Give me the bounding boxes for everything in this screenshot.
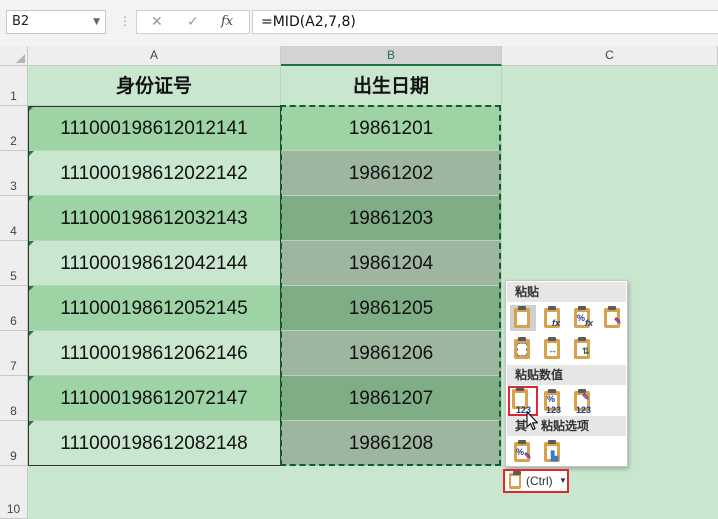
- id-cell[interactable]: 111000198612052145: [28, 286, 281, 331]
- section-values-label: 粘贴数值: [507, 365, 626, 385]
- no-borders-icon[interactable]: [510, 336, 536, 362]
- id-cell[interactable]: 111000198612062146: [28, 331, 281, 376]
- section-other-label: 其粘贴选项: [507, 416, 626, 436]
- row-header-8[interactable]: 8: [0, 376, 28, 421]
- date-cell[interactable]: 19861207: [281, 376, 502, 421]
- chevron-down-icon: ▼: [559, 476, 567, 485]
- values-number-format-icon[interactable]: % 123: [540, 388, 566, 415]
- cancel-icon[interactable]: ✕: [151, 11, 163, 33]
- id-cell[interactable]: 111000198612042144: [28, 241, 281, 286]
- row-header-9[interactable]: 9: [0, 421, 28, 466]
- column-header-a[interactable]: A: [28, 46, 281, 66]
- formula-input[interactable]: =MID(A2,7,8): [252, 10, 718, 34]
- row-header-1[interactable]: 1: [0, 66, 28, 106]
- error-indicator-icon: [28, 196, 34, 202]
- keep-source-formatting-icon[interactable]: ✎: [600, 305, 626, 331]
- row-header-10[interactable]: 10: [0, 466, 28, 519]
- date-cell[interactable]: 19861206: [281, 331, 502, 376]
- header-cell-id[interactable]: 身份证号: [28, 66, 281, 106]
- insert-function-icon[interactable]: fx: [221, 11, 233, 33]
- error-indicator-icon: [28, 151, 34, 157]
- formula-buttons: ✕ ✓ fx: [136, 10, 250, 34]
- transpose-icon[interactable]: ⇅: [570, 336, 596, 362]
- chevron-down-icon[interactable]: ▼: [93, 11, 100, 33]
- row-header-7[interactable]: 7: [0, 331, 28, 376]
- row-header-2[interactable]: 2: [0, 106, 28, 151]
- error-indicator-icon: [28, 376, 34, 382]
- paste-formulas-icon[interactable]: fx: [540, 305, 566, 331]
- id-cell[interactable]: 111000198612082148: [28, 421, 281, 466]
- date-cell[interactable]: 19861205: [281, 286, 502, 331]
- column-header-b[interactable]: B: [281, 46, 502, 66]
- date-cell[interactable]: 19861204: [281, 241, 502, 286]
- mouse-pointer-icon: [526, 411, 539, 431]
- row-header-3[interactable]: 3: [0, 151, 28, 196]
- error-indicator-icon: [28, 286, 34, 292]
- error-indicator-icon: [28, 241, 34, 247]
- id-cell[interactable]: 111000198612022142: [28, 151, 281, 196]
- section-paste-label: 粘贴: [507, 282, 626, 302]
- formatting-icon[interactable]: % ✎: [510, 439, 536, 465]
- id-cell[interactable]: 111000198612072147: [28, 376, 281, 421]
- date-cell[interactable]: 19861208: [281, 421, 502, 466]
- error-indicator-icon: [28, 421, 34, 427]
- row-header-4[interactable]: 4: [0, 196, 28, 241]
- error-indicator-icon: [28, 331, 34, 337]
- error-indicator-icon: [28, 106, 34, 112]
- paste-formulas-number-format-icon[interactable]: % fx: [570, 305, 596, 331]
- select-all-corner[interactable]: [0, 46, 28, 66]
- name-box-value: B2: [12, 14, 30, 29]
- formula-bar: B2 ▼ ⋮ ✕ ✓ fx =MID(A2,7,8): [0, 0, 718, 46]
- header-cell-birthdate[interactable]: 出生日期: [281, 66, 502, 106]
- id-cell[interactable]: 111000198612032143: [28, 196, 281, 241]
- row-header-6[interactable]: 6: [0, 286, 28, 331]
- values-source-formatting-icon[interactable]: ✎ 123: [570, 388, 596, 415]
- row-header-5[interactable]: 5: [0, 241, 28, 286]
- id-cell[interactable]: 111000198612012141: [28, 106, 281, 151]
- clipboard-icon: [509, 471, 521, 489]
- date-cell[interactable]: 19861201: [281, 106, 502, 151]
- keep-column-widths-icon[interactable]: ↔: [540, 336, 566, 362]
- column-header-c[interactable]: C: [502, 46, 718, 66]
- enter-icon[interactable]: ✓: [187, 11, 199, 33]
- name-box[interactable]: B2 ▼: [6, 10, 106, 34]
- paste-options-menu: 粘贴 fx % fx ✎ ↔ ⇅ 粘贴数值 123 % 123 ✎ 123 其粘贴选项…: [505, 280, 628, 467]
- more-icon: ⋮: [119, 14, 131, 28]
- paste-options-button[interactable]: (Ctrl) ▼: [503, 469, 569, 493]
- paste-icon[interactable]: [510, 305, 536, 331]
- picture-icon[interactable]: ▙: [540, 439, 566, 465]
- date-cell[interactable]: 19861202: [281, 151, 502, 196]
- date-cell[interactable]: 19861203: [281, 196, 502, 241]
